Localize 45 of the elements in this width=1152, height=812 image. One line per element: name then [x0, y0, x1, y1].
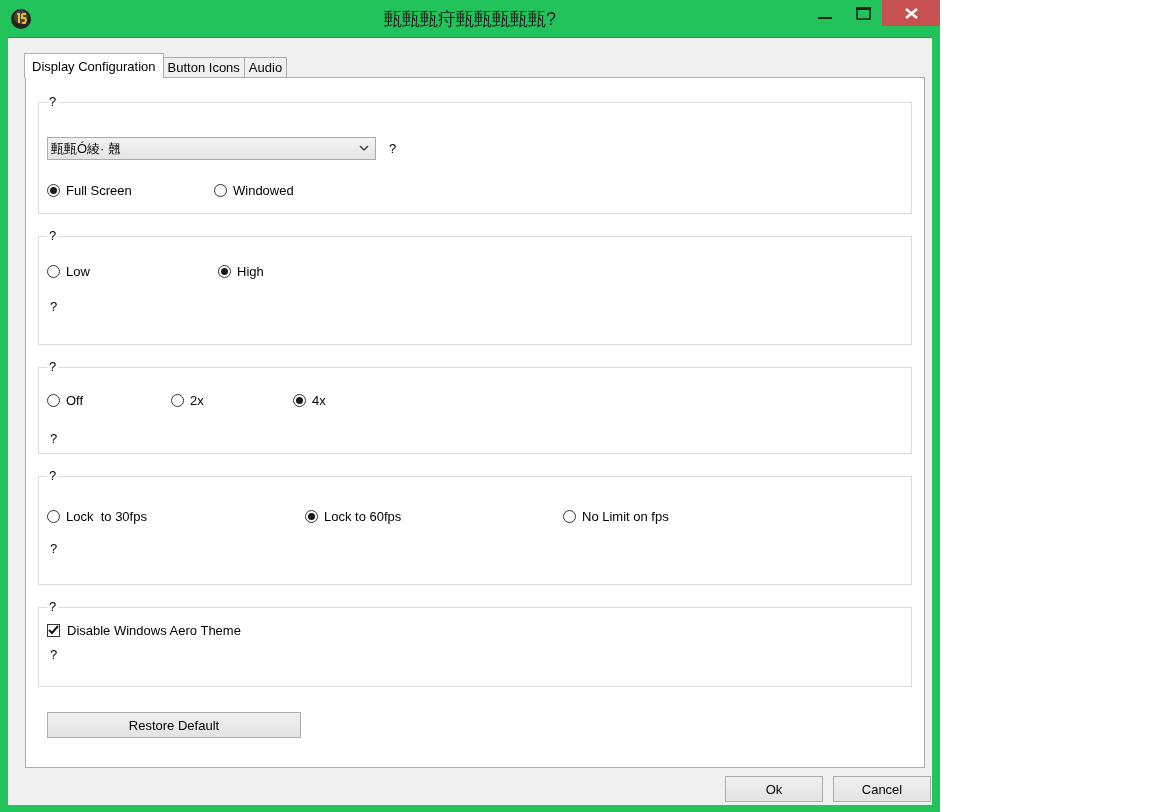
radio-label: Lock to 30fps	[66, 508, 147, 524]
chevron-down-icon	[359, 145, 369, 152]
radio-button[interactable]	[218, 264, 231, 278]
note-text: ?	[49, 298, 58, 314]
group-legend: ?	[47, 360, 59, 374]
radio-button[interactable]	[305, 509, 318, 523]
group-legend: ?	[47, 469, 59, 483]
checkbox-label: Disable Windows Aero Theme	[67, 622, 241, 638]
dialog-button[interactable]: Ok	[725, 776, 823, 802]
radio-label: Full Screen	[66, 182, 132, 198]
radio-label: Lock to 60fps	[324, 508, 402, 524]
radio-label: Low	[66, 263, 90, 279]
radio-label: Windowed	[233, 182, 294, 198]
radio-button[interactable]	[563, 509, 576, 523]
hint-text: ?	[389, 141, 397, 156]
restore-default-button[interactable]: Restore Default	[47, 712, 301, 738]
group-legend: ?	[47, 95, 59, 109]
radio-label: Off	[66, 392, 84, 408]
note-text: ?	[49, 646, 58, 662]
checkbox[interactable]	[47, 623, 60, 637]
radio-label: 4x	[312, 392, 326, 408]
radio-button[interactable]	[47, 393, 60, 407]
group-legend: ?	[47, 229, 59, 243]
radio-label: No Limit on fps	[582, 508, 669, 524]
radio-button[interactable]	[47, 509, 60, 523]
radio-label: High	[237, 263, 264, 279]
maximize-icon	[855, 6, 871, 20]
close-button[interactable]	[882, 0, 940, 26]
tab[interactable]: Display Configuration	[24, 53, 164, 78]
radio-button[interactable]	[214, 183, 227, 197]
group-legend: ?	[47, 600, 59, 614]
radio-button[interactable]	[47, 183, 60, 197]
radio-button[interactable]	[171, 393, 184, 407]
dialog-button[interactable]: Cancel	[833, 776, 931, 802]
note-text: ?	[49, 430, 58, 446]
close-icon	[904, 7, 918, 19]
note-text: ?	[49, 540, 58, 556]
radio-label: 2x	[190, 392, 204, 408]
minimize-icon	[818, 17, 832, 19]
window-title: 甀甀甀疛甀甀甀甀甀?	[383, 8, 557, 31]
radio-button[interactable]	[293, 393, 306, 407]
app-logo-icon	[10, 7, 32, 30]
tab[interactable]: Audio	[243, 57, 288, 77]
dropdown[interactable]: 甀甀Ó綾· 翹	[47, 137, 376, 160]
radio-button[interactable]	[47, 264, 60, 278]
